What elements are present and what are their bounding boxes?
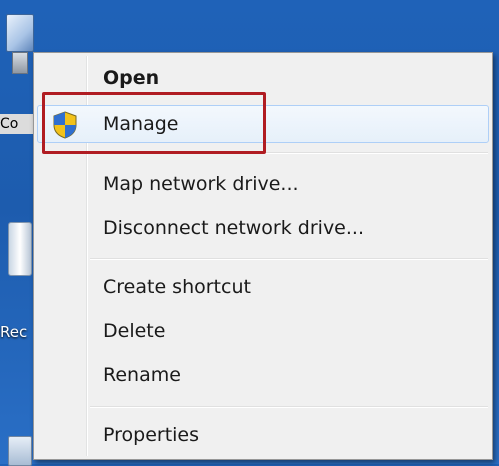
menu-item-delete[interactable]: Delete — [37, 312, 489, 350]
computer-desktop-icon[interactable] — [0, 8, 36, 78]
context-menu: Open Manage Map network drive... Disconn… — [33, 52, 493, 460]
menu-item-label: Disconnect network drive... — [103, 217, 364, 239]
menu-separator — [90, 152, 488, 154]
menu-item-open[interactable]: Open — [37, 59, 489, 97]
menu-separator — [90, 406, 488, 408]
menu-item-label: Create shortcut — [103, 276, 251, 298]
menu-item-disconnect-network-drive[interactable]: Disconnect network drive... — [37, 209, 489, 247]
menu-item-label: Rename — [103, 364, 181, 386]
recycle-bin-desktop-icon[interactable] — [0, 220, 36, 280]
file-icon — [8, 436, 32, 466]
menu-item-properties[interactable]: Properties — [37, 416, 489, 454]
menu-item-label: Open — [103, 67, 160, 89]
recycle-bin-icon — [8, 222, 32, 276]
uac-shield-icon — [53, 111, 77, 139]
menu-item-map-network-drive[interactable]: Map network drive... — [37, 165, 489, 203]
recycle-bin-icon-label: Rec — [0, 323, 28, 341]
monitor-icon — [6, 14, 34, 52]
menu-item-label: Delete — [103, 320, 166, 342]
menu-separator — [90, 258, 488, 260]
menu-item-manage[interactable]: Manage — [37, 105, 489, 143]
menu-item-rename[interactable]: Rename — [37, 356, 489, 394]
menu-item-label: Map network drive... — [103, 173, 299, 195]
desktop-icon-partial[interactable] — [0, 430, 36, 466]
computer-tower-icon — [12, 52, 28, 74]
menu-item-label: Properties — [103, 424, 200, 446]
computer-icon-label: Co — [0, 114, 34, 134]
menu-item-label: Manage — [103, 113, 179, 135]
menu-item-create-shortcut[interactable]: Create shortcut — [37, 268, 489, 306]
